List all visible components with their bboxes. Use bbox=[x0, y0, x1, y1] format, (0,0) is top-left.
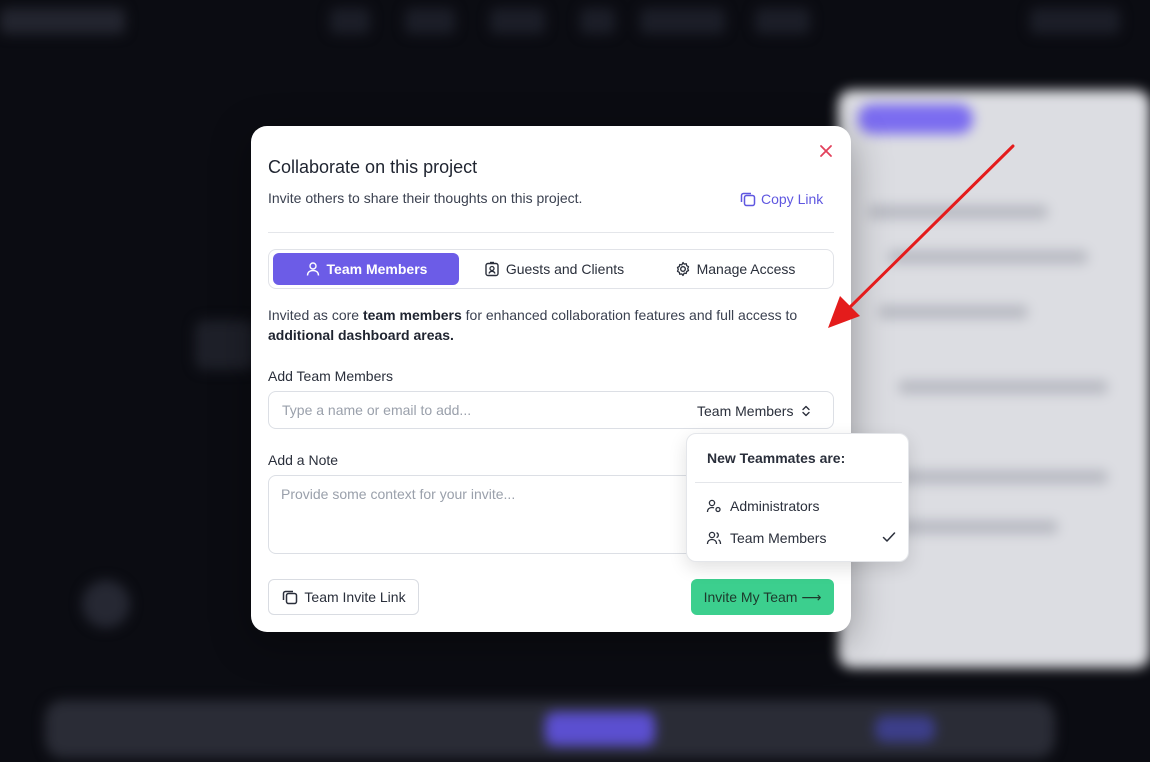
divider bbox=[695, 482, 902, 483]
dropdown-option-label: Administrators bbox=[730, 498, 820, 514]
tab-manage-access[interactable]: Manage Access bbox=[665, 253, 805, 285]
divider bbox=[268, 232, 834, 233]
tab-guests-and-clients[interactable]: Guests and Clients bbox=[469, 253, 639, 285]
background-bottom-pill bbox=[875, 716, 935, 742]
chevron-up-down-icon bbox=[802, 405, 811, 417]
team-invite-link-label: Team Invite Link bbox=[304, 589, 406, 605]
dropdown-option-label: Team Members bbox=[730, 530, 827, 546]
modal-subtitle: Invite others to share their thoughts on… bbox=[268, 190, 583, 206]
role-dropdown: New Teammates are: Administrators Team M… bbox=[686, 433, 909, 562]
invite-field: Team Members bbox=[268, 391, 834, 429]
background-nav-item bbox=[490, 8, 545, 34]
background-card-line bbox=[878, 470, 1108, 484]
tab-team-members[interactable]: Team Members bbox=[273, 253, 459, 285]
background-shape bbox=[195, 320, 255, 370]
tab-description: Invited as core team members for enhance… bbox=[268, 305, 828, 345]
tab-label: Team Members bbox=[326, 261, 428, 277]
invite-email-input[interactable] bbox=[270, 393, 680, 427]
add-team-members-label: Add Team Members bbox=[268, 368, 394, 384]
role-select-value: Team Members bbox=[697, 403, 794, 419]
invite-my-team-label: Invite My Team ⟶ bbox=[703, 588, 822, 605]
tab-bar: Team Members Guests and Clients Manage A… bbox=[268, 249, 834, 289]
user-icon bbox=[306, 262, 319, 276]
background-nav-item bbox=[580, 8, 615, 34]
background-card-pill bbox=[858, 104, 973, 134]
description-bold: additional dashboard areas. bbox=[268, 327, 454, 343]
background-avatar bbox=[82, 580, 130, 628]
dropdown-option-team-members[interactable]: Team Members bbox=[695, 524, 902, 552]
dropdown-title: New Teammates are: bbox=[707, 450, 846, 466]
copy-icon bbox=[740, 192, 756, 207]
annotation-arrow-icon bbox=[828, 144, 1015, 328]
id-badge-icon bbox=[485, 261, 499, 277]
description-text: Invited as core bbox=[268, 307, 363, 323]
background-card-line bbox=[898, 380, 1108, 394]
copy-icon bbox=[283, 590, 298, 605]
role-select[interactable]: Team Members bbox=[697, 401, 813, 421]
gear-icon bbox=[676, 261, 689, 277]
copy-link-button[interactable]: Copy Link bbox=[739, 189, 823, 209]
modal-title: Collaborate on this project bbox=[268, 157, 478, 177]
description-text: for enhanced collaboration features and … bbox=[461, 307, 798, 323]
background-bottom-pill bbox=[545, 712, 655, 746]
background-bottom-bar bbox=[45, 700, 1055, 758]
background-nav-item bbox=[755, 8, 810, 34]
copy-link-label: Copy Link bbox=[761, 191, 824, 207]
tab-label: Guests and Clients bbox=[505, 261, 625, 277]
checkmark-icon bbox=[882, 532, 896, 542]
description-bold: team members bbox=[362, 307, 462, 323]
background-nav-item bbox=[405, 8, 455, 34]
background-nav-item bbox=[640, 8, 725, 34]
team-invite-link-button[interactable]: Team Invite Link bbox=[268, 579, 419, 615]
add-note-label: Add a Note bbox=[268, 452, 339, 468]
background-nav-item bbox=[330, 8, 370, 34]
dropdown-option-administrators[interactable]: Administrators bbox=[695, 492, 902, 520]
invite-my-team-button[interactable]: Invite My Team ⟶ bbox=[691, 579, 834, 615]
users-icon bbox=[706, 531, 722, 545]
background-nav-item bbox=[1030, 8, 1120, 34]
background-logo bbox=[0, 8, 125, 34]
tab-label: Manage Access bbox=[696, 261, 796, 277]
user-gear-icon bbox=[706, 499, 721, 513]
